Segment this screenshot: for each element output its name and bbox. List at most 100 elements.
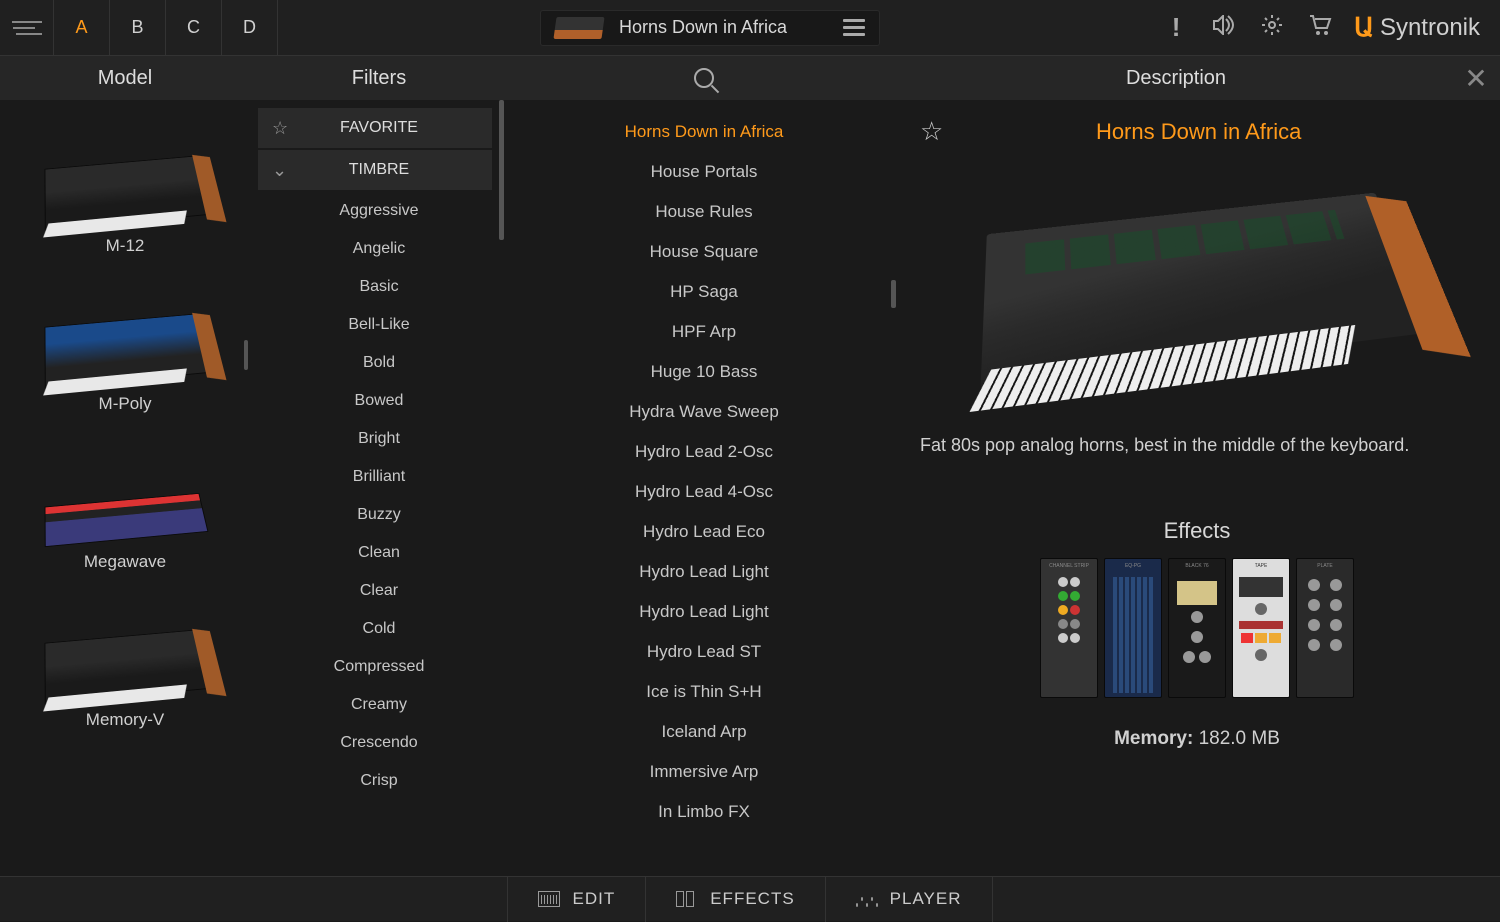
effect-slot[interactable]: PLATE — [1296, 558, 1354, 698]
effects-icon — [676, 891, 698, 907]
model-label: M-12 — [106, 236, 145, 256]
preset-item[interactable]: Huge 10 Bass — [508, 352, 900, 392]
preset-item[interactable]: Hydra Wave Sweep — [508, 392, 900, 432]
current-preset-name: Horns Down in Africa — [619, 17, 827, 38]
preset-item[interactable]: House Portals — [508, 152, 900, 192]
column-header-filters: Filters — [250, 56, 508, 100]
filter-header-label: FAVORITE — [300, 119, 478, 137]
filter-item[interactable]: Buzzy — [250, 496, 508, 534]
preset-item[interactable]: Horns Down in Africa — [508, 112, 900, 152]
chevron-down-icon: ⌄ — [272, 160, 300, 181]
keyboard-icon — [538, 891, 560, 907]
preset-item[interactable]: Hydro Lead Eco — [508, 512, 900, 552]
effect-slot[interactable]: TAPE — [1232, 558, 1290, 698]
filter-item[interactable]: Brilliant — [250, 458, 508, 496]
gear-icon[interactable] — [1258, 13, 1286, 43]
filters-column[interactable]: ☆ FAVORITE ⌄ TIMBRE AggressiveAngelicBas… — [250, 100, 508, 876]
effects-heading: Effects — [920, 518, 1474, 544]
bottom-tab-label: EDIT — [572, 889, 615, 909]
logo-glyph-icon: Ա — [1354, 12, 1374, 43]
preset-display[interactable]: Horns Down in Africa — [540, 10, 880, 46]
preset-item[interactable]: Hydro Lead Light — [508, 592, 900, 632]
bottom-bar: EDIT EFFECTS PLAYER — [0, 876, 1500, 921]
search-icon — [694, 68, 714, 88]
preset-display-area: Horns Down in Africa — [278, 10, 1142, 46]
model-column[interactable]: M-12 M-Poly Megawave Memory-V — [0, 100, 250, 876]
filter-item[interactable]: Cold — [250, 610, 508, 648]
bottom-tab-label: EFFECTS — [710, 889, 794, 909]
filter-item[interactable]: Clear — [250, 572, 508, 610]
description-synth-image — [920, 161, 1474, 401]
filter-item[interactable]: Crescendo — [250, 724, 508, 762]
preset-item[interactable]: Iceland Arp — [508, 712, 900, 752]
filter-item[interactable]: Aggressive — [250, 192, 508, 230]
player-icon — [856, 891, 878, 907]
menu-lines-icon[interactable] — [0, 0, 54, 56]
effect-slot[interactable]: CHANNEL STRIP — [1040, 558, 1098, 698]
filter-item[interactable]: Creamy — [250, 686, 508, 724]
preset-menu-icon[interactable] — [843, 19, 865, 36]
column-header-search[interactable] — [508, 56, 900, 100]
filter-item[interactable]: Clean — [250, 534, 508, 572]
filter-item[interactable]: Crisp — [250, 762, 508, 800]
model-label: Megawave — [84, 552, 166, 572]
preset-item[interactable]: House Square — [508, 232, 900, 272]
scrollbar-thumb[interactable] — [499, 100, 504, 240]
model-item-memoryv[interactable]: Memory-V — [0, 584, 250, 742]
filter-item[interactable]: Basic — [250, 268, 508, 306]
preset-item[interactable]: In Limbo FX — [508, 792, 900, 832]
preset-item[interactable]: House Rules — [508, 192, 900, 232]
preset-item[interactable]: HPF Arp — [508, 312, 900, 352]
preset-item[interactable]: Hydro Lead Light — [508, 552, 900, 592]
column-header-description: Description — [900, 56, 1452, 100]
model-item-megawave[interactable]: Megawave — [0, 426, 250, 584]
preset-item[interactable]: Hydro Lead ST — [508, 632, 900, 672]
preset-item[interactable]: Hydro Lead 2-Osc — [508, 432, 900, 472]
filter-item[interactable]: Compressed — [250, 648, 508, 686]
scrollbar-thumb[interactable] — [244, 340, 248, 370]
filter-header-timbre[interactable]: ⌄ TIMBRE — [258, 150, 492, 190]
filter-item[interactable]: Bright — [250, 420, 508, 458]
tab-player[interactable]: PLAYER — [825, 877, 993, 922]
memory-label: Memory: — [1114, 728, 1193, 749]
close-icon[interactable]: ✕ — [1452, 56, 1500, 100]
effect-label: CHANNEL STRIP — [1049, 563, 1089, 573]
slot-tab-d[interactable]: D — [222, 0, 278, 56]
tab-effects[interactable]: EFFECTS — [645, 877, 824, 922]
filter-item[interactable]: Angelic — [250, 230, 508, 268]
filter-item[interactable]: Bowed — [250, 382, 508, 420]
effects-row: CHANNEL STRIP EQ-PG BLACK 76 TAPE — [920, 558, 1474, 698]
effect-label: PLATE — [1317, 563, 1332, 573]
brand-logo: Ա Syntronik — [1354, 12, 1500, 43]
preset-item[interactable]: Hydro Lead 4-Osc — [508, 472, 900, 512]
model-label: Memory-V — [86, 710, 164, 730]
preset-item[interactable]: Ice is Thin S+H — [508, 672, 900, 712]
model-label: M-Poly — [99, 394, 152, 414]
preset-item[interactable]: HP Saga — [508, 272, 900, 312]
effect-slot[interactable]: EQ-PG — [1104, 558, 1162, 698]
slot-tab-c[interactable]: C — [166, 0, 222, 56]
star-icon: ☆ — [272, 118, 300, 139]
slot-tab-b[interactable]: B — [110, 0, 166, 56]
model-item-mpoly[interactable]: M-Poly — [0, 268, 250, 426]
column-header-model: Model — [0, 56, 250, 100]
favorite-toggle-icon[interactable]: ☆ — [920, 116, 943, 147]
volume-icon[interactable] — [1210, 15, 1238, 41]
preset-item[interactable]: Immersive Arp — [508, 752, 900, 792]
filter-item[interactable]: Bold — [250, 344, 508, 382]
top-icons: ! — [1142, 12, 1354, 43]
slot-tab-a[interactable]: A — [54, 0, 110, 56]
slot-tabs: A B C D — [54, 0, 278, 56]
effect-slot[interactable]: BLACK 76 — [1168, 558, 1226, 698]
description-title: Horns Down in Africa — [963, 119, 1474, 145]
main-content: M-12 M-Poly Megawave Memory-V ☆ FAVORITE… — [0, 100, 1500, 876]
filter-header-favorite[interactable]: ☆ FAVORITE — [258, 108, 492, 148]
alert-icon[interactable]: ! — [1162, 12, 1190, 43]
presets-column[interactable]: Horns Down in AfricaHouse PortalsHouse R… — [508, 100, 900, 876]
scrollbar-thumb[interactable] — [891, 280, 896, 308]
description-header: ☆ Horns Down in Africa — [920, 116, 1474, 147]
model-item-m12[interactable]: M-12 — [0, 110, 250, 268]
cart-icon[interactable] — [1306, 14, 1334, 42]
filter-item[interactable]: Bell-Like — [250, 306, 508, 344]
tab-edit[interactable]: EDIT — [507, 877, 645, 922]
